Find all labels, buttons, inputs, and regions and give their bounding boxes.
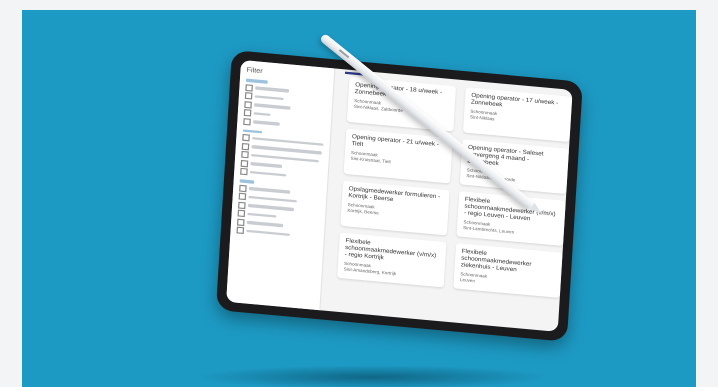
checkbox[interactable]: [238, 201, 246, 209]
checkbox[interactable]: [241, 150, 249, 159]
checkbox[interactable]: [243, 117, 251, 125]
checkbox[interactable]: [239, 184, 247, 192]
checkbox[interactable]: [241, 142, 250, 150]
job-card[interactable]: Opening operator - 21 u/week - Tielt Sch…: [343, 128, 453, 184]
tablet-shadow: [192, 365, 552, 387]
checkbox[interactable]: [244, 92, 253, 100]
checkbox[interactable]: [242, 133, 250, 142]
checkbox[interactable]: [236, 218, 245, 226]
checkbox[interactable]: [245, 83, 253, 92]
checkbox[interactable]: [236, 226, 245, 235]
pencil-logo-mark: [338, 49, 350, 59]
job-card[interactable]: Opening operator - 17 u/week - Zonnebeek…: [462, 87, 573, 143]
filter-sidebar: Filter: [226, 59, 336, 311]
checkbox[interactable]: [240, 167, 248, 176]
job-card[interactable]: Opslagmedewerker formulieren - Kortrijk …: [340, 180, 450, 236]
blue-backdrop: Filter Opening operator - 18 u/week - Zo…: [22, 10, 696, 387]
checkbox[interactable]: [243, 109, 252, 117]
job-card-grid: Opening operator - 18 u/week - Zonnebeek…: [325, 69, 573, 332]
checkbox[interactable]: [237, 209, 246, 218]
job-card[interactable]: Flexibele schoonmaakmedewerker (v/m/x) -…: [456, 191, 566, 246]
checkbox[interactable]: [240, 159, 249, 167]
checkbox[interactable]: [238, 192, 247, 201]
checkbox[interactable]: [244, 100, 252, 109]
job-card[interactable]: Flexibele schoonmaakmedewerker ziekenhui…: [453, 243, 563, 298]
job-card[interactable]: Flexibele schoonmaakmedewerker (v/m/x) -…: [337, 232, 447, 288]
